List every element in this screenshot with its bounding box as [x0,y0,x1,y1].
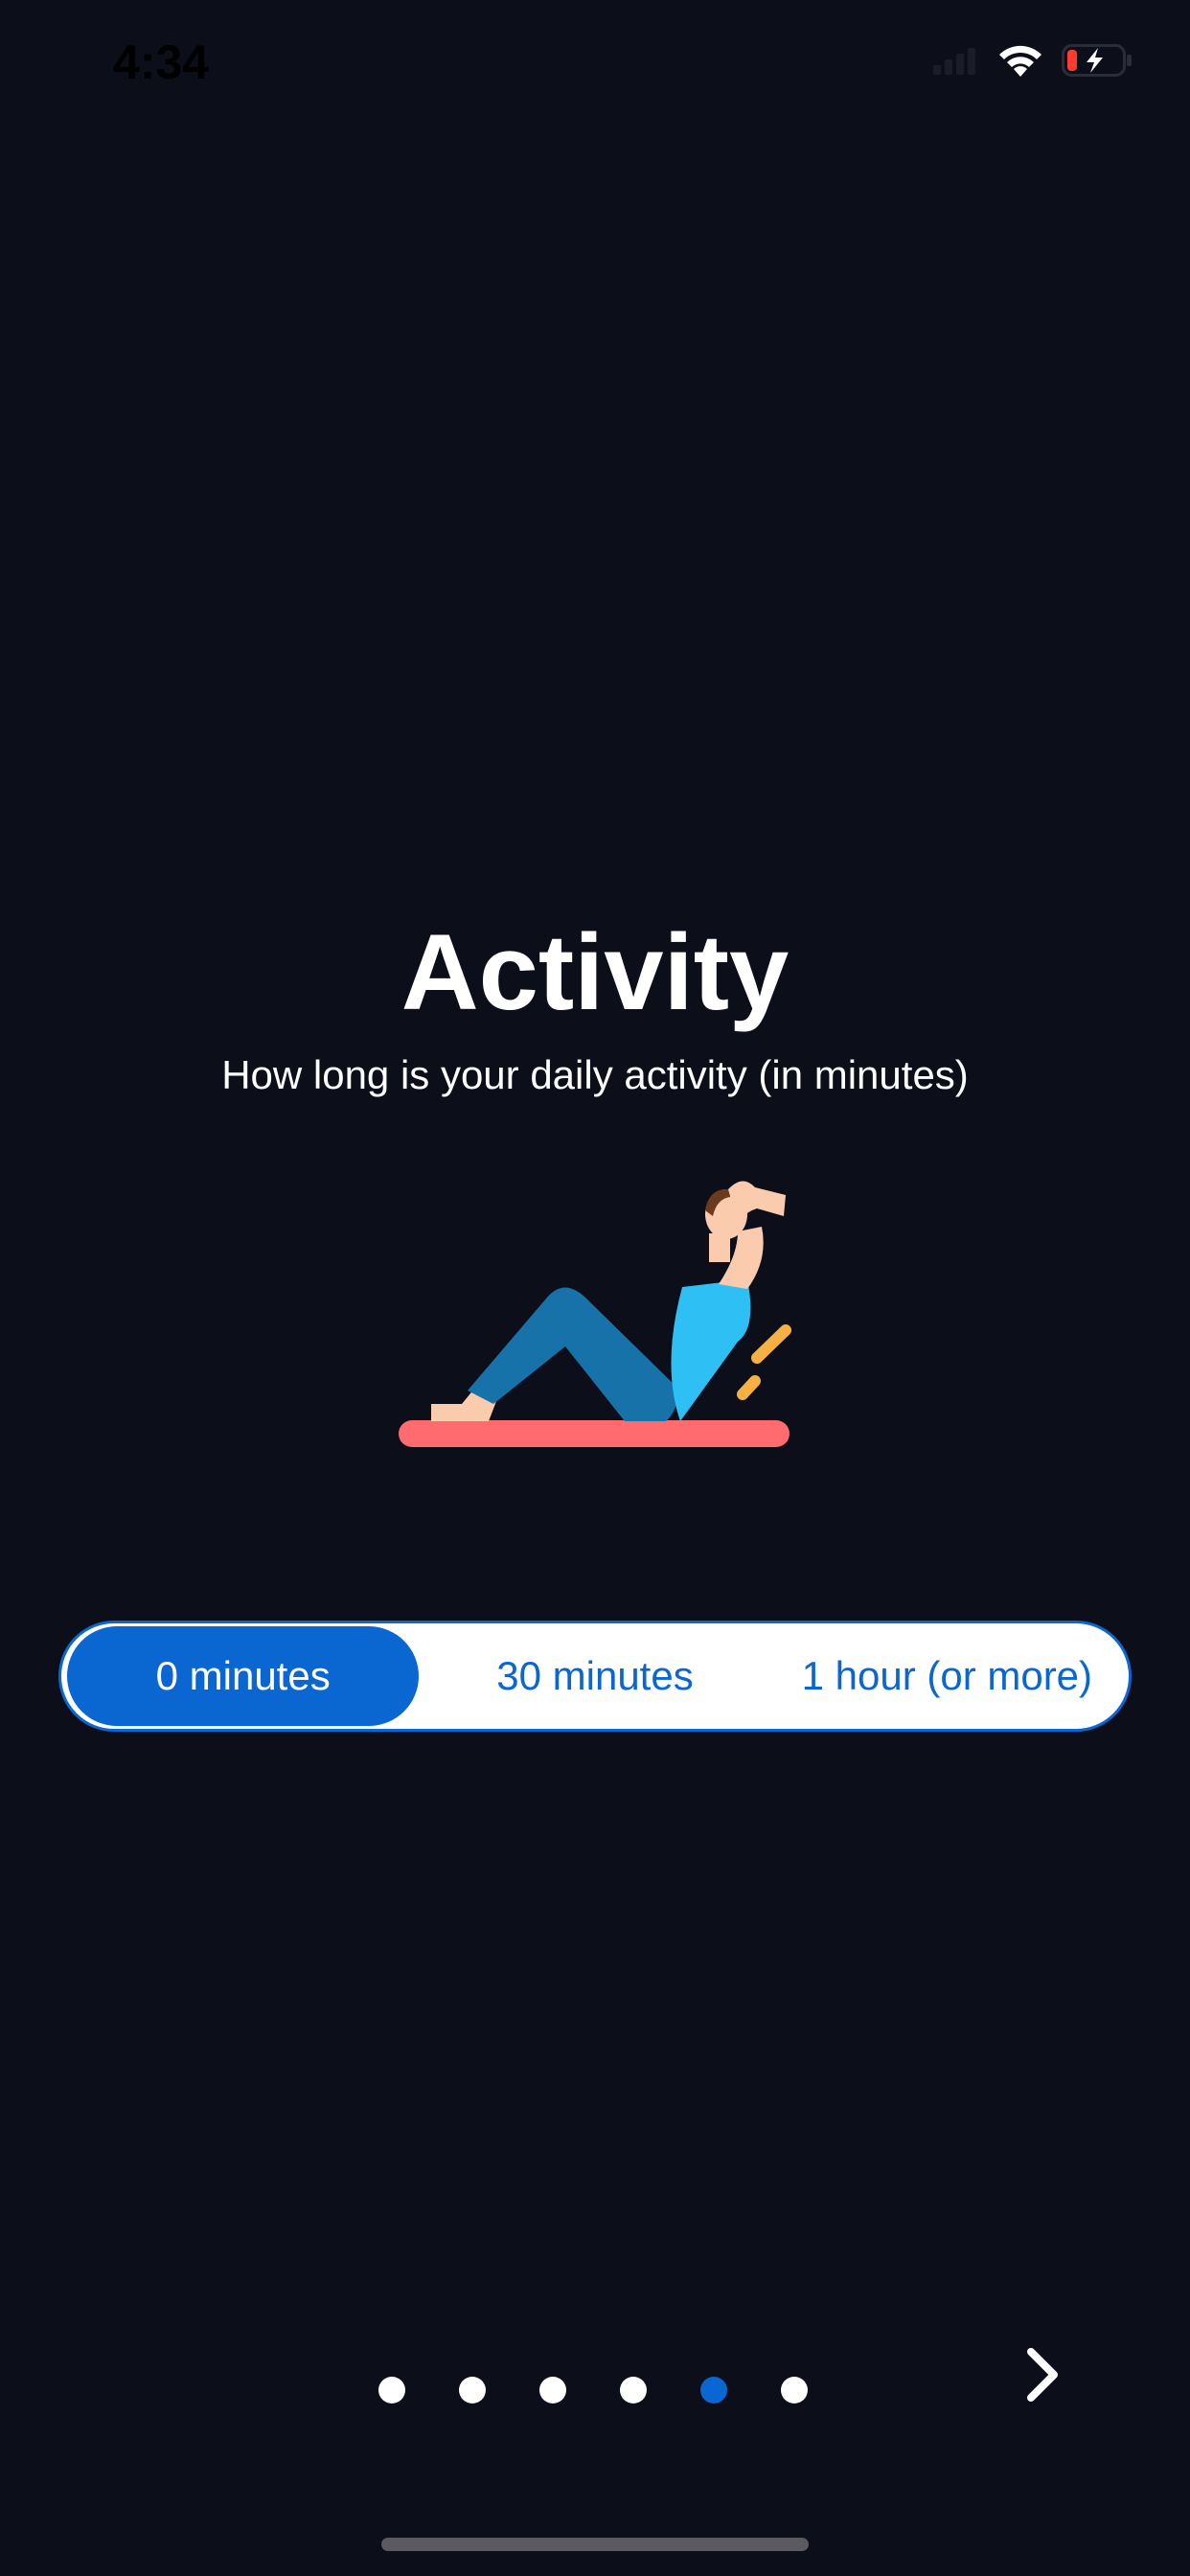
page-subtitle: How long is your daily activity (in minu… [221,1052,969,1097]
page-dot-5-active[interactable] [700,2377,727,2404]
neck [709,1233,730,1262]
option-0-minutes[interactable]: 0 minutes [67,1626,420,1726]
next-button[interactable] [1008,2340,1077,2409]
page-dot-1[interactable] [378,2377,405,2404]
status-bar: 4:34 [0,0,1190,134]
chevron-right-icon [1027,2348,1058,2402]
hands [728,1181,786,1222]
status-icons [933,42,1133,79]
option-30-minutes[interactable]: 30 minutes [419,1626,770,1726]
page-title: Activity [400,912,790,1032]
torso [671,1279,751,1421]
person-doing-situps-illustration [399,1181,791,1447]
page-dot-4[interactable] [620,2377,647,2404]
activity-duration-selector: 0 minutes 30 minutes 1 hour (or more) [58,1621,1132,1732]
page-dot-3[interactable] [539,2377,566,2404]
page-indicator [378,2377,808,2404]
status-time: 4:34 [113,35,210,89]
legs [468,1287,680,1421]
battery-charging-icon [1062,44,1132,77]
home-indicator[interactable] [381,2538,809,2551]
page-dot-6[interactable] [781,2377,808,2404]
option-1-hour[interactable]: 1 hour (or more) [771,1626,1123,1726]
page-dot-2[interactable] [459,2377,486,2404]
exercise-mat [399,1420,790,1447]
motion-line [737,1375,761,1400]
wifi-icon [999,45,1041,77]
motion-line [751,1324,791,1364]
cellular-signal-icon [933,48,975,75]
